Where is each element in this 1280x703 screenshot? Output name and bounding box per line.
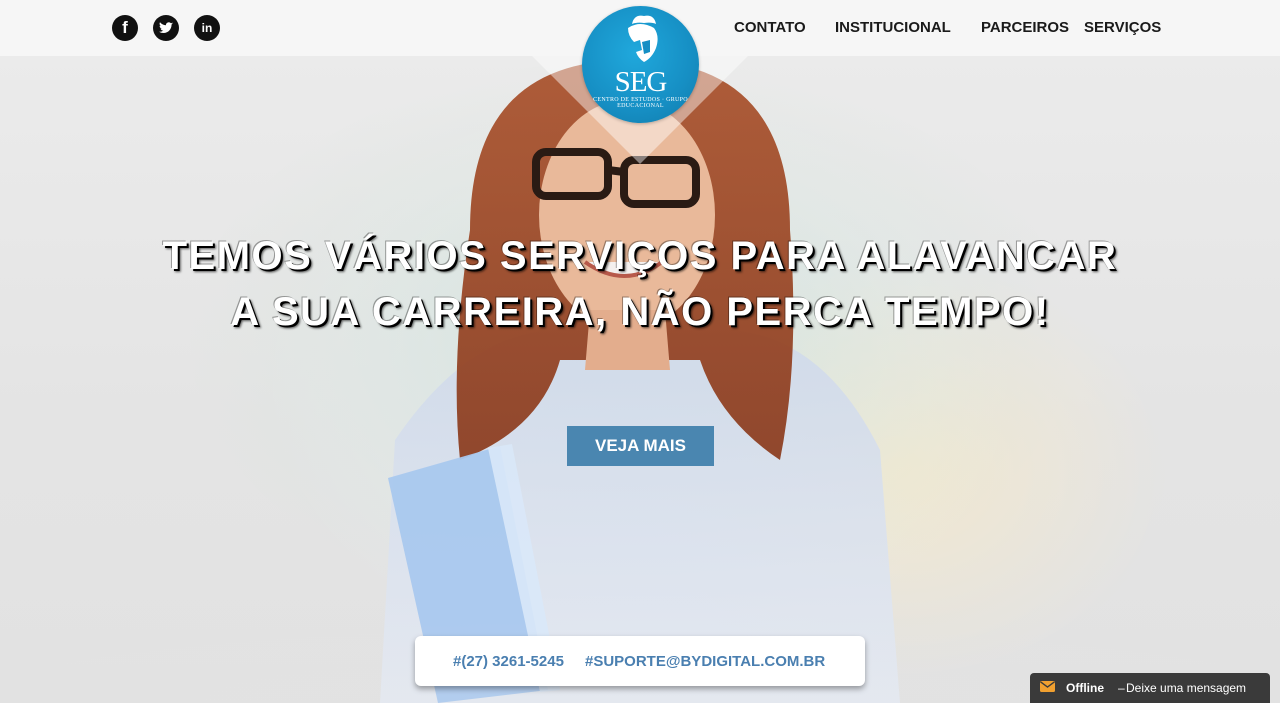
chat-separator: – (1118, 681, 1125, 695)
chat-widget-tab[interactable]: Offline – Deixe uma mensagem (1030, 673, 1270, 703)
facebook-icon[interactable]: f (112, 15, 138, 41)
veja-mais-button[interactable]: VEJA MAIS (567, 426, 714, 466)
nav-institucional[interactable]: INSTITUCIONAL (835, 19, 951, 36)
nav-servicos[interactable]: SERVIÇOS (1084, 19, 1161, 36)
chat-status: Offline (1066, 681, 1104, 695)
nav-contato[interactable]: CONTATO (734, 19, 806, 36)
hero-headline-line-2: A SUA CARREIRA, NÃO PERCA TEMPO! (230, 290, 1050, 334)
hero-headline-line-1: TEMOS VÁRIOS SERVIÇOS PARA ALAVANCAR (162, 234, 1118, 278)
contact-bar: #(27) 3261-5245 #SUPORTE@BYDIGITAL.COM.B… (415, 636, 865, 686)
twitter-bird-icon (159, 22, 173, 34)
page: f in CONTATO INSTITUCIONAL PARCEIROS SER… (0, 0, 1280, 703)
twitter-icon[interactable] (153, 15, 179, 41)
chat-message: Deixe uma mensagem (1126, 681, 1247, 695)
contact-email[interactable]: #SUPORTE@BYDIGITAL.COM.BR (585, 653, 825, 670)
logo-subtext: CENTRO DE ESTUDOS · GRUPO EDUCACIONAL (593, 97, 688, 109)
nav-parceiros[interactable]: PARCEIROS (981, 19, 1069, 36)
envelope-icon (1040, 681, 1055, 692)
facebook-glyph: f (122, 18, 128, 37)
linkedin-glyph: in (201, 21, 213, 35)
logo-text: SEG (614, 66, 668, 98)
logo[interactable]: SEG CENTRO DE ESTUDOS · GRUPO EDUCACIONA… (582, 6, 699, 123)
hero-headline: TEMOS VÁRIOS SERVIÇOS PARA ALAVANCAR A S… (140, 228, 1140, 340)
contact-phone[interactable]: #(27) 3261-5245 (453, 653, 564, 670)
linkedin-icon[interactable]: in (194, 15, 220, 41)
